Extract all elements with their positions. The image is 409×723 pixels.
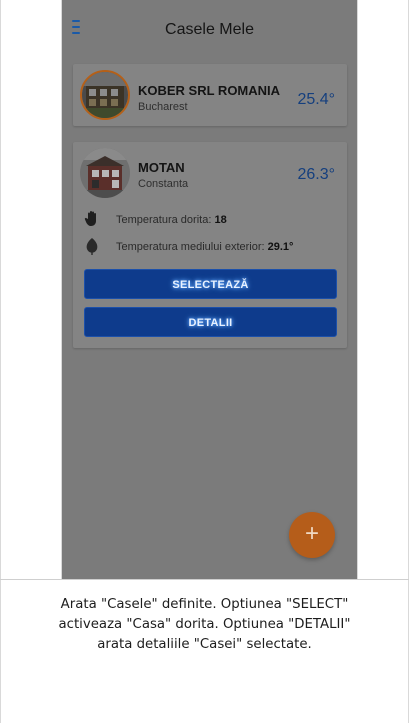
frame-border (0, 0, 1, 723)
frame-left (0, 0, 62, 580)
house-photo (80, 148, 130, 198)
caption-line: activeaza "Casa" dorita. Optiunea "DETAL… (58, 617, 351, 632)
house-card-expanded[interactable]: MOTAN Constanta 26.3° Temperatura dorita… (73, 142, 347, 348)
leaf-icon (86, 238, 98, 255)
divider (0, 579, 409, 580)
desired-temperature-value: 18 (214, 214, 227, 226)
house-photo (80, 70, 130, 120)
page-title: Casele Mele (165, 21, 254, 38)
house-temperature: 26.3° (297, 166, 335, 183)
house-name: MOTAN (138, 160, 185, 175)
add-house-button[interactable]: + (289, 512, 335, 558)
caption-line: Arata "Casele" definite. Optiunea "SELEC… (60, 597, 349, 612)
add-icon: + (304, 520, 319, 547)
desired-temperature-label: Temperatura dorita: (116, 214, 212, 226)
house-city: Constanta (138, 178, 189, 190)
hand-icon (84, 211, 96, 226)
app-bar: Casele Mele (62, 0, 357, 58)
outside-temperature-label: Temperatura mediului exterior: (116, 241, 265, 253)
house-card[interactable]: KOBER SRL ROMANIA Bucharest 25.4° (73, 64, 347, 126)
select-button[interactable]: SELECTEAZĂ (84, 269, 337, 299)
house-temperature: 25.4° (297, 91, 335, 108)
caption-line: arata detaliile "Casei" selectate. (97, 637, 312, 652)
caption: Arata "Casele" definite. Optiunea "SELEC… (20, 595, 389, 655)
outside-temperature-value: 29.1° (267, 241, 294, 253)
details-button[interactable]: DETALII (84, 307, 337, 337)
frame-right (357, 0, 409, 580)
phone-screen: Casele Mele KOBER SRL ROMANIA Bucharest … (62, 0, 357, 580)
house-city: Bucharest (138, 101, 188, 113)
house-name: KOBER SRL ROMANIA (138, 83, 281, 98)
